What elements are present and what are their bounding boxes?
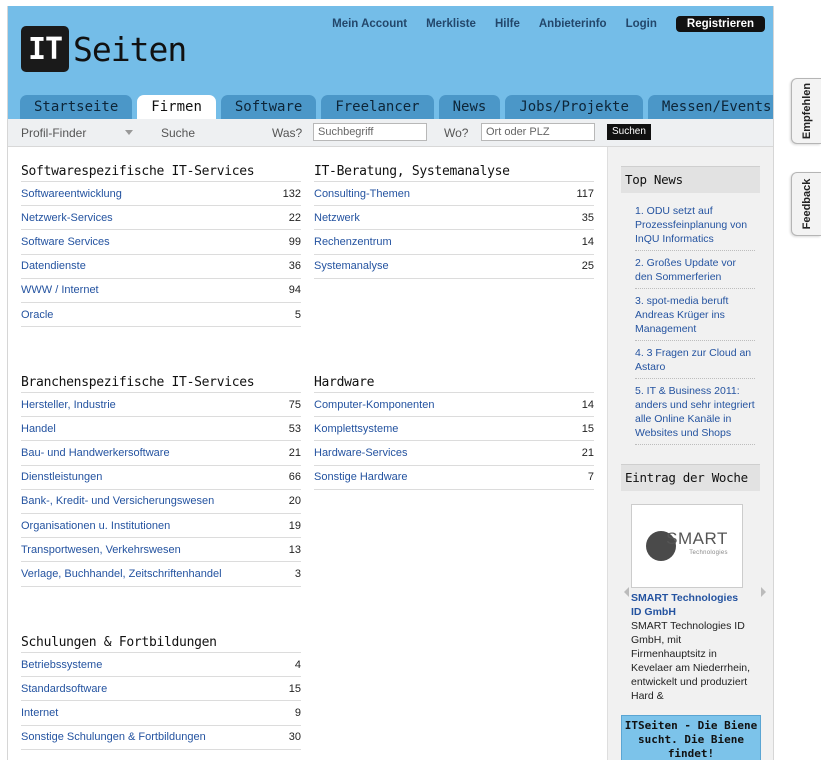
login-link[interactable]: Login bbox=[626, 18, 657, 30]
list-item[interactable]: Organisationen u. Institutionen 19 bbox=[21, 514, 301, 539]
tab-startseite[interactable]: Startseite bbox=[20, 95, 133, 119]
news-item[interactable]: 1. ODU setzt auf Prozessfeinplanung von … bbox=[635, 201, 755, 251]
list-item[interactable]: Oracle 5 bbox=[21, 303, 301, 328]
section-title: Hardware bbox=[314, 373, 594, 393]
list-item[interactable]: Computer-Komponenten 14 bbox=[314, 393, 594, 418]
search-button[interactable]: Suchen bbox=[607, 124, 651, 140]
tab-news[interactable]: News bbox=[438, 95, 501, 119]
logo-box: IT bbox=[21, 26, 69, 72]
list-item[interactable]: Internet 9 bbox=[21, 701, 301, 726]
news-item[interactable]: 5. IT & Business 2011: anders und sehr i… bbox=[635, 379, 755, 445]
tab-jobs-projekte[interactable]: Jobs/Projekte bbox=[505, 95, 643, 119]
list-item[interactable]: Transportwesen, Verkehrswesen 13 bbox=[21, 538, 301, 563]
section-trainings: Schulungen & Fortbildungen Betriebssyste… bbox=[21, 633, 301, 750]
prev-arrow-icon[interactable] bbox=[624, 587, 629, 597]
news-item[interactable]: 4. 3 Fragen zur Cloud an Astaro bbox=[635, 341, 755, 379]
my-account-link[interactable]: Mein Account bbox=[332, 18, 407, 30]
list-item[interactable]: Hersteller, Industrie 75 bbox=[21, 393, 301, 418]
list-item[interactable]: Netzwerk-Services 22 bbox=[21, 206, 301, 231]
list-item[interactable]: Betriebssysteme 4 bbox=[21, 653, 301, 678]
section-industry-services: Branchenspezifische IT-Services Herstell… bbox=[21, 373, 301, 587]
list-item[interactable]: Standardsoftware 15 bbox=[21, 677, 301, 702]
company-logo[interactable]: SMART Technologies bbox=[631, 504, 743, 588]
next-arrow-icon[interactable] bbox=[761, 587, 766, 597]
list-item[interactable]: Netzwerk 35 bbox=[314, 206, 594, 231]
search-term-input[interactable] bbox=[313, 123, 427, 141]
what-label: Was? bbox=[272, 126, 303, 140]
search-bar: Profil-Finder Suche Was? Wo? Suchen bbox=[8, 119, 773, 147]
list-item[interactable]: Dienstleistungen 66 bbox=[21, 466, 301, 490]
logo-word: Seiten bbox=[73, 29, 187, 69]
list-item[interactable]: Systemanalyse 25 bbox=[314, 255, 594, 279]
section-title: Softwarespezifische IT-Services bbox=[21, 162, 301, 182]
tab-software[interactable]: Software bbox=[220, 95, 317, 119]
logo-subtext: Technologies bbox=[689, 550, 728, 556]
entry-of-week-heading: Eintrag der Woche bbox=[621, 464, 760, 491]
site-logo[interactable]: IT Seiten bbox=[21, 26, 187, 72]
register-button[interactable]: Registrieren bbox=[675, 16, 765, 32]
list-item[interactable]: Verlage, Buchhandel, Zeitschriftenhandel… bbox=[21, 562, 301, 587]
news-item[interactable]: 2. Großes Update vor den Sommerferien bbox=[635, 251, 755, 289]
list-item[interactable]: Softwareentwicklung 132 bbox=[21, 182, 301, 207]
list-item[interactable]: Datendienste 36 bbox=[21, 255, 301, 279]
watchlist-link[interactable]: Merkliste bbox=[426, 18, 476, 30]
tab-firmen[interactable]: Firmen bbox=[137, 95, 216, 119]
section-software-services: Softwarespezifische IT-Services Software… bbox=[21, 162, 301, 328]
list-item[interactable]: Handel 53 bbox=[21, 417, 301, 442]
help-link[interactable]: Hilfe bbox=[495, 18, 520, 30]
main-tabs: Startseite Firmen Software Freelancer Ne… bbox=[20, 95, 773, 119]
feedback-tab[interactable]: Feedback bbox=[791, 172, 821, 236]
site-header: IT Seiten Mein Account Merkliste Hilfe A… bbox=[8, 6, 773, 119]
page-container: IT Seiten Mein Account Merkliste Hilfe A… bbox=[7, 6, 774, 760]
provider-info-link[interactable]: Anbieterinfo bbox=[539, 18, 607, 30]
section-title: Branchenspezifische IT-Services bbox=[21, 373, 301, 393]
section-title: IT-Beratung, Systemanalyse bbox=[314, 162, 594, 182]
entry-description: SMART Technologies ID GmbH, mit Firmenha… bbox=[631, 620, 751, 702]
where-label: Wo? bbox=[444, 126, 469, 140]
chevron-down-icon[interactable] bbox=[125, 130, 133, 135]
profile-finder-dropdown[interactable]: Profil-Finder bbox=[21, 126, 86, 140]
list-item[interactable]: Hardware-Services 21 bbox=[314, 441, 594, 466]
section-title: Schulungen & Fortbildungen bbox=[21, 633, 301, 653]
list-item[interactable]: Sonstige Schulungen & Fortbildungen 30 bbox=[21, 726, 301, 750]
tab-freelancer[interactable]: Freelancer bbox=[321, 95, 434, 119]
section-hardware: Hardware Computer-Komponenten 14 Komplett… bbox=[314, 373, 594, 490]
list-item[interactable]: Rechenzentrum 14 bbox=[314, 230, 594, 255]
section-it-consulting: IT-Beratung, Systemanalyse Consulting-Th… bbox=[314, 162, 594, 279]
location-input[interactable] bbox=[481, 123, 595, 141]
entry-company-link[interactable]: SMART Technologies ID GmbH bbox=[631, 591, 751, 619]
list-item[interactable]: WWW / Internet 94 bbox=[21, 279, 301, 303]
list-item[interactable]: Software Services 99 bbox=[21, 230, 301, 255]
top-navigation: Mein Account Merkliste Hilfe Anbieterinf… bbox=[313, 16, 765, 32]
list-item[interactable]: Bau- und Handwerkersoftware 21 bbox=[21, 441, 301, 466]
entry-of-week: SMART Technologies SMART Technologies ID … bbox=[631, 504, 751, 703]
top-news-list: 1. ODU setzt auf Prozessfeinplanung von … bbox=[635, 201, 755, 445]
top-news-heading: Top News bbox=[621, 166, 760, 193]
list-item[interactable]: Bank-, Kredit- und Versicherungswesen 20 bbox=[21, 490, 301, 514]
recommend-tab[interactable]: Empfehlen bbox=[791, 78, 821, 144]
search-label: Suche bbox=[161, 126, 196, 140]
tab-messen-events[interactable]: Messen/Events bbox=[647, 95, 773, 119]
list-item[interactable]: Consulting-Themen 117 bbox=[314, 182, 594, 207]
news-item[interactable]: 3. spot-media beruft Andreas Krüger ins … bbox=[635, 289, 755, 341]
list-item[interactable]: Sonstige Hardware 7 bbox=[314, 466, 594, 490]
list-item[interactable]: Komplettsysteme 15 bbox=[314, 417, 594, 442]
bee-banner[interactable]: ITSeiten - Die Biene sucht. Die Biene fi… bbox=[621, 715, 761, 760]
right-sidebar: Top News 1. ODU setzt auf Prozessfeinpla… bbox=[607, 147, 773, 760]
